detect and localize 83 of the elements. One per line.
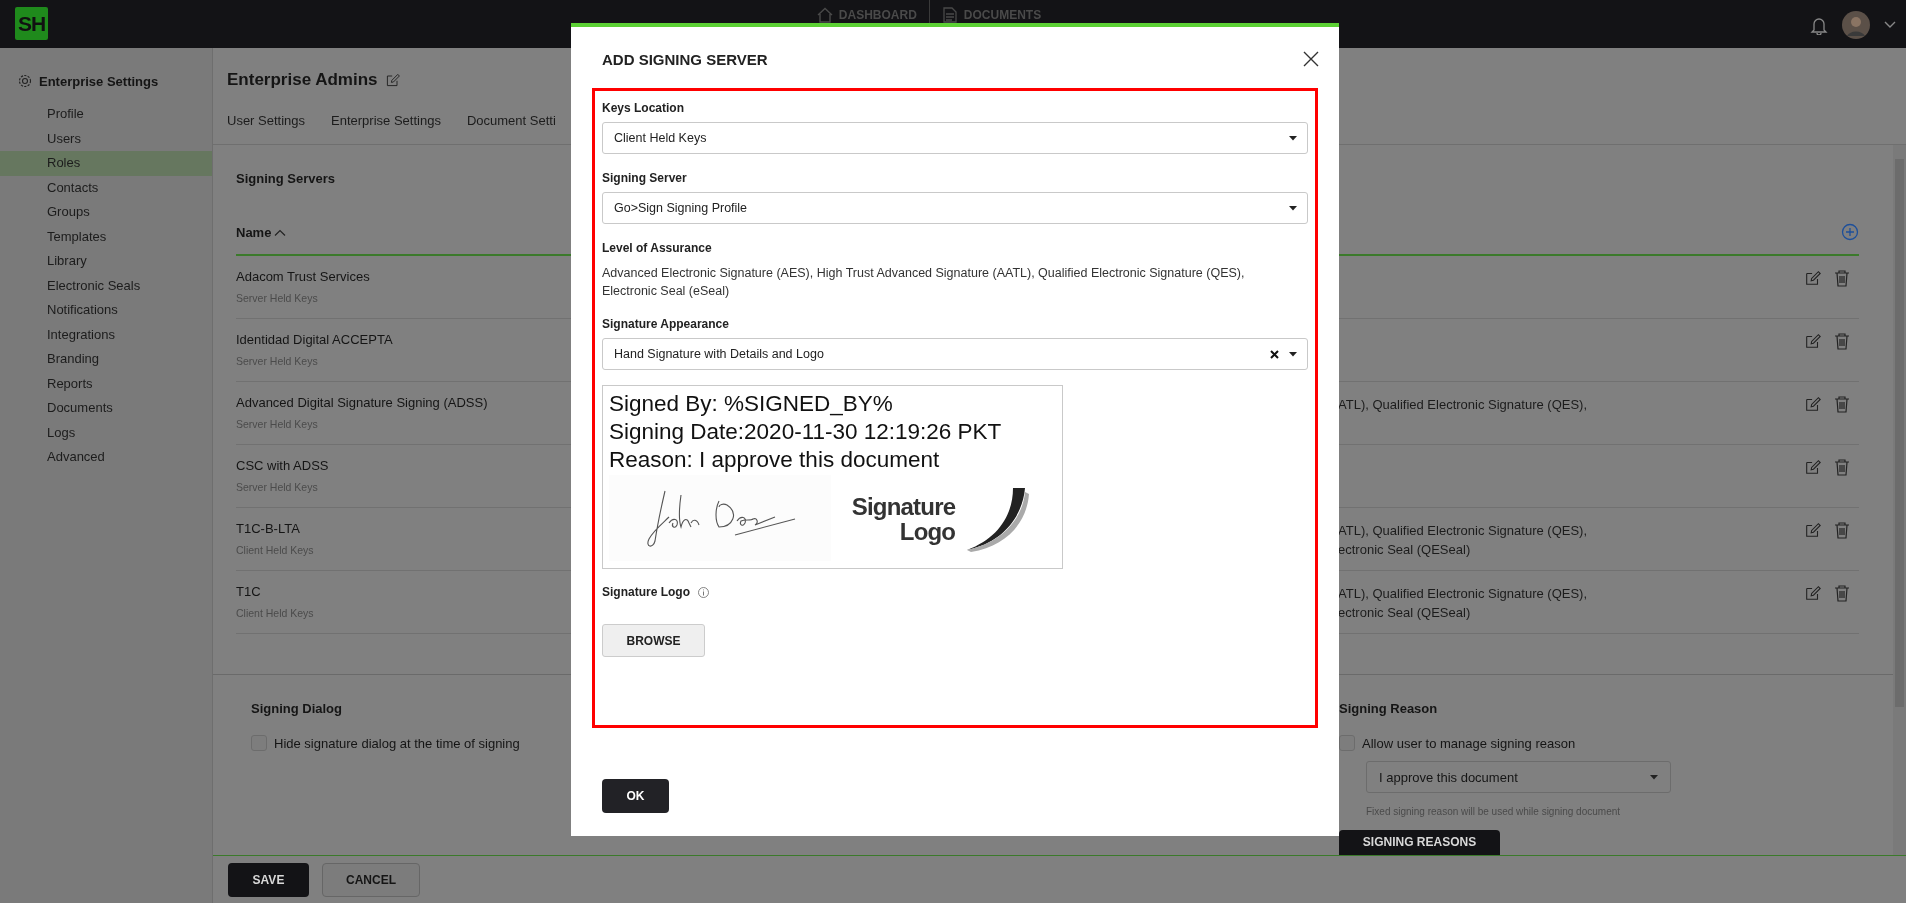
close-icon	[1302, 50, 1320, 68]
assurance-text: Advanced Electronic Signature (AES), High Trust Advanced Signature (AATL), Qualified Electronic Signature (QES), Electronic Seal (eSeal)	[602, 265, 1246, 300]
sidebar-item[interactable]: Contacts	[0, 175, 212, 200]
edit-icon[interactable]	[1804, 269, 1822, 287]
sidebar-item[interactable]: Reports	[0, 371, 212, 396]
info-icon	[698, 586, 709, 598]
checkbox-label: Allow user to manage signing reason	[1362, 735, 1576, 751]
dropdown[interactable]: Client Held Keys	[602, 122, 1308, 154]
edit-icon[interactable]	[1804, 521, 1822, 539]
logo-text: Signature Logo	[851, 494, 956, 544]
caret-icon	[1650, 774, 1658, 780]
section-title: Signing Servers	[236, 171, 335, 187]
trash-icon[interactable]	[1833, 269, 1851, 287]
browse-button[interactable]: BROWSE	[602, 624, 705, 657]
edit-icon[interactable]	[1804, 584, 1822, 602]
table-cell-text: ATL), Qualified Electronic Signature (QES),	[1338, 396, 1589, 414]
table-cell-text: ATL), Qualified Electronic Signature (QES), ectronic Seal (QESeal)	[1338, 522, 1589, 559]
trash-icon[interactable]	[1833, 458, 1851, 476]
sidebar-item[interactable]: Library	[0, 249, 212, 274]
clear-icon[interactable]	[1270, 349, 1279, 359]
avatar-icon[interactable]	[1842, 11, 1870, 39]
server-name: Advanced Digital Signature Signing (ADSS)	[236, 395, 488, 410]
server-name: Identidad Digital ACCEPTA	[236, 332, 393, 347]
sidebar-item[interactable]: Users	[0, 126, 212, 151]
home-icon	[816, 7, 833, 23]
sort-up-icon	[274, 228, 287, 236]
sidebar-item[interactable]: Profile	[0, 102, 212, 127]
server-name: CSC with ADSS	[236, 458, 329, 473]
table-cell-text: ATL), Qualified Electronic Signature (QES), ectronic Seal (QESeal)	[1338, 585, 1589, 622]
dropdown[interactable]: Hand Signature with Details and Logo	[602, 338, 1308, 370]
trash-icon[interactable]	[1833, 521, 1851, 539]
gear-icon	[17, 73, 33, 89]
sidebar-item[interactable]: Groups	[0, 200, 212, 225]
edit-icon[interactable]	[1804, 458, 1822, 476]
sidebar-item[interactable]: Electronic Seals	[0, 273, 212, 298]
server-name: Adacom Trust Services	[236, 269, 370, 284]
section-title: Signing Reason	[1339, 701, 1438, 716]
sidebar-item[interactable]: Notifications	[0, 298, 212, 323]
caret-icon	[1289, 135, 1297, 141]
server-name: T1C	[236, 584, 261, 599]
field-label: Signature Appearance	[602, 316, 730, 332]
signing-reasons-button[interactable]: SIGNING REASONS	[1339, 830, 1500, 855]
sidebar-item[interactable]: Branding	[0, 347, 212, 372]
edit-icon[interactable]	[384, 72, 401, 88]
save-button[interactable]: SAVE	[228, 862, 309, 897]
page-title: Enterprise Admins	[227, 70, 378, 90]
sidebar-item[interactable]: Logs	[0, 420, 212, 445]
trash-icon[interactable]	[1833, 395, 1851, 413]
edit-icon[interactable]	[1804, 332, 1822, 350]
dropdown[interactable]: Go>Sign Signing Profile	[602, 192, 1308, 224]
scrollbar[interactable]	[1893, 145, 1906, 855]
section-title: Signing Dialog	[251, 701, 342, 716]
caret-icon	[1289, 205, 1297, 211]
sidebar-item[interactable]: Advanced	[0, 445, 212, 470]
field-label: Signature Logo	[602, 584, 690, 600]
bell-icon[interactable]	[1810, 15, 1828, 35]
field-label: Keys Location	[602, 100, 686, 116]
trash-icon[interactable]	[1833, 584, 1851, 602]
caret-icon	[1289, 351, 1297, 357]
sidebar-item[interactable]: Templates	[0, 224, 212, 249]
trash-icon[interactable]	[1833, 332, 1851, 350]
sidebar-item[interactable]: Documents	[0, 396, 212, 421]
server-name: T1C-B-LTA	[236, 521, 300, 536]
sidebar-heading: Enterprise Settings	[39, 73, 159, 89]
checkbox[interactable]	[1339, 735, 1355, 751]
ok-button[interactable]: OK	[602, 779, 669, 813]
preview-text: Signed By: %SIGNED_BY% Signing Date:2020-11-30 12:19:26 PKT Reason: I approve this document	[609, 390, 1003, 474]
reason-dropdown[interactable]: I approve this document	[1366, 761, 1671, 793]
app-logo: SH	[15, 7, 48, 40]
dialog-title: ADD SIGNING SERVER	[602, 50, 768, 68]
sidebar-item[interactable]: Integrations	[0, 322, 212, 347]
checkbox-label: Hide signature dialog at the time of signing	[274, 735, 520, 751]
field-label: Signing Server	[602, 170, 688, 186]
sidebar-item[interactable]: Roles	[0, 151, 212, 176]
tab[interactable]: Document Setti	[466, 113, 556, 144]
tab[interactable]: Enterprise Settings	[331, 113, 441, 144]
edit-icon[interactable]	[1804, 395, 1822, 413]
document-icon	[941, 7, 958, 23]
chevron-down-icon[interactable]	[1884, 21, 1896, 29]
cancel-button[interactable]: CANCEL	[322, 862, 420, 897]
tab[interactable]: User Settings	[227, 113, 306, 144]
column-header[interactable]: Name	[236, 224, 272, 240]
field-label: Level of Assurance	[602, 240, 713, 256]
